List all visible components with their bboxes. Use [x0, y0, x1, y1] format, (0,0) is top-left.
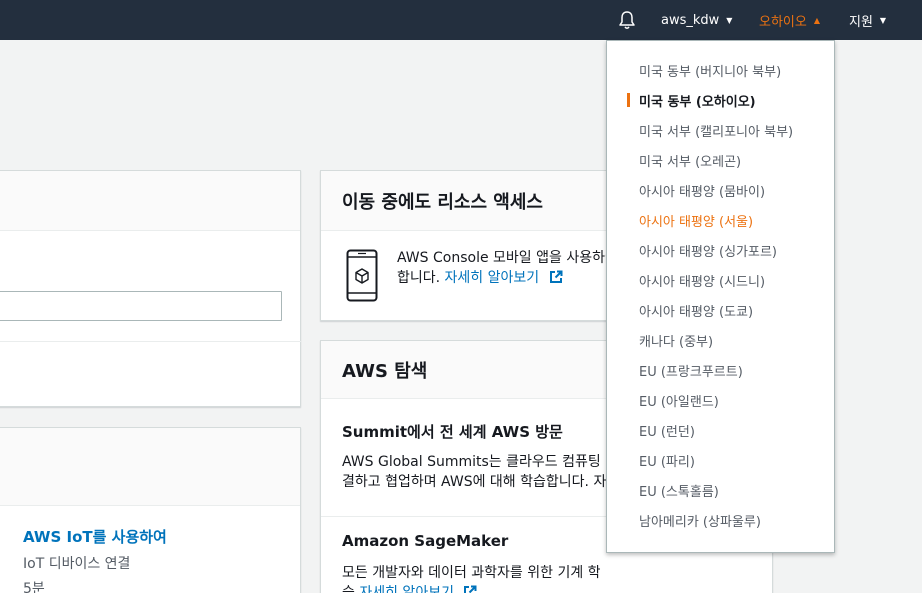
- panel-header: 이동 중에도 리소스 액세스: [321, 171, 619, 231]
- iot-tutorial-duration: 5분: [23, 581, 45, 593]
- region-name: 오하이오: [759, 14, 807, 30]
- region-option-us-east-2[interactable]: 미국 동부 (오하이오): [607, 85, 834, 115]
- region-option-us-east-1[interactable]: 미국 동부 (버지니아 북부): [607, 55, 834, 85]
- region-option-ap-northeast-2[interactable]: 아시아 태평양 (서울): [607, 205, 834, 235]
- support-menu[interactable]: 지원 ▼: [849, 0, 886, 40]
- iot-tutorial-description: IoT 디바이스 연결: [23, 556, 131, 572]
- divider: [0, 341, 302, 342]
- explore-panel-title: AWS 탐색: [342, 360, 428, 382]
- sagemaker-article-text: 모든 개발자와 데이터 과학자를 위한 기계 학: [342, 565, 601, 581]
- mobile-phone-icon: [346, 249, 378, 302]
- external-link-icon: [464, 585, 477, 593]
- region-menu[interactable]: 오하이오 ▲: [759, 0, 820, 40]
- caret-up-icon: ▲: [813, 15, 820, 25]
- region-option-us-west-2[interactable]: 미국 서부 (오레곤): [607, 145, 834, 175]
- region-option-ap-south-1[interactable]: 아시아 태평양 (뭄바이): [607, 175, 834, 205]
- region-option-ap-northeast-1[interactable]: 아시아 태평양 (도쿄): [607, 295, 834, 325]
- external-link-icon: [549, 270, 563, 283]
- search-panel: [0, 170, 302, 407]
- region-option-label: 미국 동부 (오하이오): [639, 94, 756, 110]
- divider: [321, 516, 606, 517]
- region-option-ca-central-1[interactable]: 캐나다 (중부): [607, 325, 834, 355]
- mobile-panel-text-prefix: 합니다.: [397, 270, 441, 286]
- mobile-access-panel: 이동 중에도 리소스 액세스 AWS Console 모바일 앱을 사용하여 합…: [320, 170, 620, 321]
- region-option-ap-southeast-1[interactable]: 아시아 태평양 (싱가포르): [607, 235, 834, 265]
- summit-article-title[interactable]: Summit에서 전 세계 AWS 방문: [342, 421, 563, 442]
- caret-down-icon: ▼: [879, 15, 887, 25]
- sagemaker-article-title[interactable]: Amazon SageMaker: [342, 532, 508, 550]
- selected-indicator: [627, 93, 630, 107]
- region-option-us-west-1[interactable]: 미국 서부 (캘리포니아 북부): [607, 115, 834, 145]
- summit-article-text-2: 결하고 협업하며 AWS에 대해 학습합니다. 자: [342, 474, 607, 490]
- region-option-eu-north-1[interactable]: EU (스톡홀름): [607, 475, 834, 505]
- region-option-sa-east-1[interactable]: 남아메리카 (상파울루): [607, 505, 834, 535]
- sagemaker-learn-more-link[interactable]: 자세히 알아보기: [359, 585, 454, 593]
- tutorial-panel: AWS IoT를 사용하여 IoT 디바이스 연결 5분: [0, 427, 301, 593]
- summit-article-text: AWS Global Summits는 클라우드 컴퓨팅 커: [342, 454, 619, 470]
- mobile-panel-title: 이동 중에도 리소스 액세스: [342, 191, 543, 213]
- support-label: 지원: [849, 14, 873, 30]
- panel-header: [0, 171, 300, 231]
- region-option-eu-west-2[interactable]: EU (런던): [607, 415, 834, 445]
- region-option-eu-west-3[interactable]: EU (파리): [607, 445, 834, 475]
- iot-tutorial-link[interactable]: AWS IoT를 사용하여: [23, 526, 167, 547]
- mobile-panel-text: AWS Console 모바일 앱을 사용하여: [397, 250, 618, 266]
- top-navigation-bar: aws_kdw ▼ 오하이오 ▲ 지원 ▼: [0, 0, 922, 40]
- account-name: aws_kdw: [661, 12, 720, 28]
- panel-header: [0, 428, 300, 506]
- mobile-panel-text-2: 합니다. 자세히 알아보기: [397, 267, 563, 287]
- search-input[interactable]: [0, 291, 282, 321]
- region-dropdown: 미국 동부 (버지니아 북부) 미국 동부 (오하이오) 미국 서부 (캘리포니…: [606, 40, 835, 553]
- mobile-learn-more-link[interactable]: 자세히 알아보기: [445, 270, 540, 286]
- region-option-eu-central-1[interactable]: EU (프랑크푸르트): [607, 355, 834, 385]
- region-option-eu-west-1[interactable]: EU (아일랜드): [607, 385, 834, 415]
- notifications-bell-icon[interactable]: [617, 0, 637, 40]
- sagemaker-article-text-2: 습 자세히 알아보기: [342, 582, 477, 593]
- caret-down-icon: ▼: [726, 15, 733, 25]
- account-menu[interactable]: aws_kdw ▼: [661, 0, 732, 40]
- region-option-ap-southeast-2[interactable]: 아시아 태평양 (시드니): [607, 265, 834, 295]
- sagemaker-text-prefix: 습: [342, 585, 355, 593]
